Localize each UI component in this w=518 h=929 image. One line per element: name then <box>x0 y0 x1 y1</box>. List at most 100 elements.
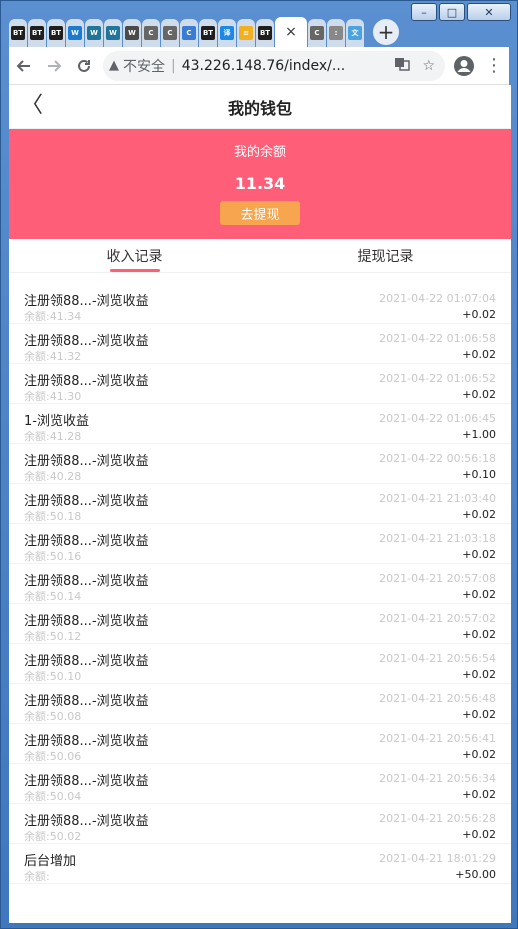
browser-tab[interactable]: C <box>142 19 160 47</box>
tab-favicon-icon: C <box>310 26 324 40</box>
profile-avatar-icon[interactable] <box>449 51 479 81</box>
record-amount: +0.02 <box>462 708 496 721</box>
browser-tab[interactable]: W <box>123 19 141 47</box>
record-balance: 余额:41.28 <box>24 430 82 443</box>
tab-favicon-icon: BT <box>258 26 272 40</box>
security-label: 不安全 <box>123 58 165 75</box>
browser-tab[interactable]: C <box>161 19 179 47</box>
url-text[interactable]: 43.226.148.76/index/... <box>182 58 395 74</box>
browser-tab[interactable]: C <box>308 19 326 47</box>
browser-tab[interactable]: BT <box>28 19 46 47</box>
record-row: 注册领88...-浏览收益 2021-04-21 21:03:18 余额:50.16… <box>9 524 511 564</box>
tab-favicon-icon: W <box>125 26 139 40</box>
tab-strip: BT BT BT W W W W C C C BT 译 ≡ BT × C: 文 + <box>9 17 509 47</box>
record-amount: +0.02 <box>462 348 496 361</box>
bookmark-star-icon[interactable]: ☆ <box>422 58 435 74</box>
balance-amount: 11.34 <box>234 174 286 193</box>
tab-income-records[interactable]: 收入记录 <box>9 239 260 272</box>
tab-favicon-icon: C <box>182 26 196 40</box>
reload-icon[interactable] <box>69 51 99 81</box>
warning-icon: ▲ <box>109 58 119 73</box>
record-time: 2021-04-22 00:56:18 <box>379 452 496 465</box>
withdraw-button[interactable]: 去提现 <box>220 201 300 225</box>
browser-tab[interactable]: 文 <box>346 19 364 47</box>
close-tab-icon[interactable]: × <box>285 24 297 40</box>
record-time: 2021-04-22 01:07:04 <box>379 292 496 305</box>
record-name: 注册领88...-浏览收益 <box>24 494 149 509</box>
record-amount: +50.00 <box>455 868 496 881</box>
browser-tab-active[interactable]: × <box>275 17 307 47</box>
record-time: 2021-04-22 01:06:45 <box>379 412 496 425</box>
record-amount: +0.02 <box>462 388 496 401</box>
browser-tab[interactable]: : <box>327 19 345 47</box>
record-balance: 余额:50.12 <box>24 630 82 643</box>
back-arrow-icon[interactable] <box>9 51 39 81</box>
record-balance: 余额:50.18 <box>24 510 82 523</box>
tab-favicon-icon: BT <box>30 26 44 40</box>
record-name: 注册领88...-浏览收益 <box>24 574 149 589</box>
browser-tab[interactable]: BT <box>47 19 65 47</box>
record-time: 2021-04-22 01:06:58 <box>379 332 496 345</box>
record-amount: +0.02 <box>462 748 496 761</box>
browser-tab[interactable]: BT <box>9 19 27 47</box>
record-name: 注册领88...-浏览收益 <box>24 454 149 469</box>
record-time: 2021-04-21 21:03:18 <box>379 532 496 545</box>
record-balance: 余额:50.06 <box>24 750 82 763</box>
record-row: 注册领88...-浏览收益 2021-04-21 21:03:40 余额:50.18… <box>9 484 511 524</box>
page-header: 〈 我的钱包 <box>9 85 511 129</box>
record-balance: 余额:50.02 <box>24 830 82 843</box>
tab-favicon-icon: BT <box>201 26 215 40</box>
record-balance: 余额:50.04 <box>24 790 82 803</box>
record-name: 注册领88...-浏览收益 <box>24 534 149 549</box>
translate-icon[interactable] <box>394 56 411 76</box>
record-name: 注册领88...-浏览收益 <box>24 294 149 309</box>
record-name: 后台增加 <box>24 854 77 869</box>
record-time: 2021-04-21 20:56:48 <box>379 692 496 705</box>
back-icon[interactable]: 〈 <box>21 95 43 117</box>
browser-tab[interactable]: ≡ <box>237 19 255 47</box>
browser-tab[interactable]: W <box>85 19 103 47</box>
record-row: 注册领88...-浏览收益 2021-04-22 01:06:58 余额:41.32… <box>9 324 511 364</box>
browser-tab[interactable]: W <box>66 19 84 47</box>
browser-tab[interactable]: BT <box>199 19 217 47</box>
record-time: 2021-04-21 20:56:28 <box>379 812 496 825</box>
record-name: 注册领88...-浏览收益 <box>24 654 149 669</box>
tab-favicon-icon: C <box>144 26 158 40</box>
browser-toolbar: ▲ 不安全 | 43.226.148.76/index/... ☆ ⋮ <box>9 47 509 85</box>
record-amount: +1.00 <box>462 428 496 441</box>
new-tab-button[interactable]: + <box>373 19 399 45</box>
record-balance: 余额:50.14 <box>24 590 82 603</box>
tab-favicon-icon: W <box>87 26 101 40</box>
address-separator: | <box>171 57 176 74</box>
browser-tab[interactable]: BT <box>256 19 274 47</box>
record-time: 2021-04-21 20:57:08 <box>379 572 496 585</box>
record-row: 注册领88...-浏览收益 2021-04-21 20:57:08 余额:50.14… <box>9 564 511 604</box>
record-name: 注册领88...-浏览收益 <box>24 614 149 629</box>
tab-withdraw-records[interactable]: 提现记录 <box>260 239 511 272</box>
record-amount: +0.02 <box>462 308 496 321</box>
record-name: 注册领88...-浏览收益 <box>24 774 149 789</box>
browser-tab[interactable]: 译 <box>218 19 236 47</box>
record-balance: 余额:50.16 <box>24 550 82 563</box>
record-balance: 余额:41.34 <box>24 310 82 323</box>
browser-tab[interactable]: C <box>180 19 198 47</box>
record-amount: +0.02 <box>462 788 496 801</box>
record-time: 2021-04-21 20:56:41 <box>379 732 496 745</box>
browser-tab[interactable]: W <box>104 19 122 47</box>
record-row: 注册领88...-浏览收益 2021-04-21 20:56:41 余额:50.06… <box>9 724 511 764</box>
record-balance: 余额: <box>24 870 50 883</box>
record-time: 2021-04-21 21:03:40 <box>379 492 496 505</box>
tab-favicon-icon: : <box>329 26 343 40</box>
tab-favicon-icon: 译 <box>220 26 234 40</box>
record-row: 注册领88...-浏览收益 2021-04-22 01:06:52 余额:41.30… <box>9 364 511 404</box>
page-viewport: 〈 我的钱包 我的余额 11.34 去提现 收入记录 提现记录 注册领88...… <box>9 85 511 923</box>
balance-label: 我的余额 <box>233 145 286 160</box>
record-name: 注册领88...-浏览收益 <box>24 374 149 389</box>
address-bar[interactable]: ▲ 不安全 | 43.226.148.76/index/... ☆ <box>103 50 445 81</box>
record-row: 注册领88...-浏览收益 2021-04-22 01:07:04 余额:41.34… <box>9 284 511 324</box>
record-row: 1-浏览收益 2021-04-22 01:06:45 余额:41.28 +1.00 <box>9 404 511 444</box>
menu-kebab-icon[interactable]: ⋮ <box>479 51 509 81</box>
tab-favicon-icon: C <box>163 26 177 40</box>
record-balance: 余额:50.10 <box>24 670 82 683</box>
forward-arrow-icon[interactable] <box>39 51 69 81</box>
